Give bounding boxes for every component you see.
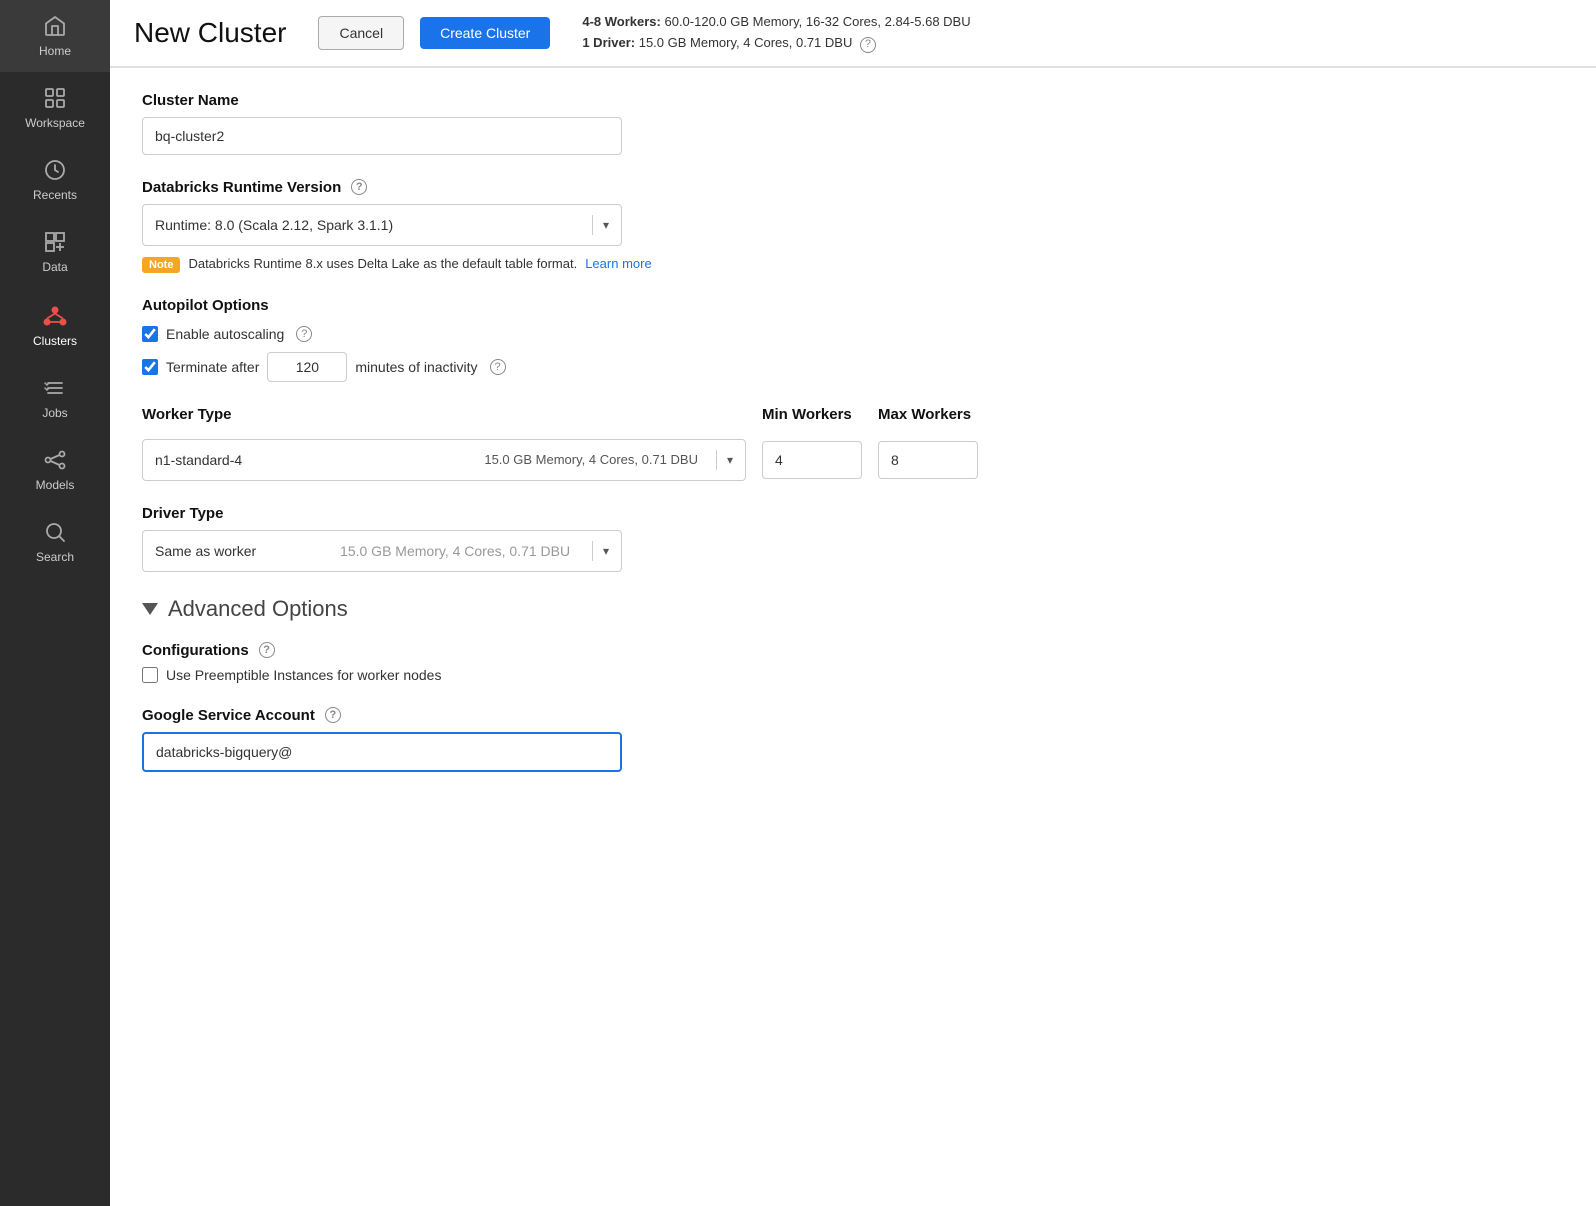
cancel-button[interactable]: Cancel xyxy=(318,16,404,50)
advanced-options-toggle[interactable]: Advanced Options xyxy=(142,596,978,622)
driver-type-info: 15.0 GB Memory, 4 Cores, 0.71 DBU xyxy=(340,543,570,559)
terminate-after-checkbox[interactable] xyxy=(142,359,158,375)
terminate-minutes-input[interactable] xyxy=(267,352,347,382)
advanced-options-label: Advanced Options xyxy=(168,596,348,622)
runtime-version-label: Databricks Runtime Version ? xyxy=(142,179,978,196)
enable-autoscaling-row: Enable autoscaling ? xyxy=(142,326,978,342)
preemptible-row: Use Preemptible Instances for worker nod… xyxy=(142,667,978,683)
sidebar-item-clusters[interactable]: Clusters xyxy=(0,288,110,362)
configurations-section: Configurations ? Use Preemptible Instanc… xyxy=(142,642,978,683)
driver-type-label: Driver Type xyxy=(142,505,978,522)
driver-chevron-icon: ▾ xyxy=(603,544,609,558)
header-info: 4-8 Workers: 60.0-120.0 GB Memory, 16-32… xyxy=(582,12,970,54)
page-title: New Cluster xyxy=(134,17,286,49)
google-account-section: Google Service Account ? xyxy=(142,707,978,772)
driver-type-select[interactable]: Same as worker 15.0 GB Memory, 4 Cores, … xyxy=(142,530,622,572)
configurations-label: Configurations ? xyxy=(142,642,978,659)
sidebar: Home Workspace Recents xyxy=(0,0,110,1206)
sidebar-item-label-models: Models xyxy=(36,478,75,492)
sidebar-item-label-workspace: Workspace xyxy=(25,116,85,130)
sidebar-item-label-recents: Recents xyxy=(33,188,77,202)
recents-icon xyxy=(43,158,67,182)
worker-type-label: Worker Type xyxy=(142,406,746,423)
google-account-help-icon[interactable]: ? xyxy=(325,707,341,723)
driver-help-icon[interactable]: ? xyxy=(860,37,876,53)
workers-info-label: 4-8 Workers: xyxy=(582,14,661,29)
driver-select-divider xyxy=(592,541,593,561)
min-workers-label: Min Workers xyxy=(762,406,862,423)
cluster-name-label: Cluster Name xyxy=(142,92,978,109)
sidebar-item-jobs[interactable]: Jobs xyxy=(0,362,110,434)
worker-select-divider xyxy=(716,450,717,470)
runtime-version-value: Runtime: 8.0 (Scala 2.12, Spark 3.1.1) xyxy=(155,217,582,233)
preemptible-checkbox[interactable] xyxy=(142,667,158,683)
autoscaling-help-icon[interactable]: ? xyxy=(296,326,312,342)
driver-info-label: 1 Driver: xyxy=(582,35,635,50)
driver-info-value: 15.0 GB Memory, 4 Cores, 0.71 DBU xyxy=(639,35,853,50)
preemptible-label: Use Preemptible Instances for worker nod… xyxy=(166,667,441,683)
data-icon xyxy=(43,230,67,254)
sidebar-item-home[interactable]: Home xyxy=(0,0,110,72)
create-cluster-button[interactable]: Create Cluster xyxy=(420,17,550,49)
max-workers-label: Max Workers xyxy=(878,406,978,423)
driver-type-section: Driver Type Same as worker 15.0 GB Memor… xyxy=(142,505,978,572)
min-workers-input[interactable] xyxy=(762,441,862,479)
driver-type-value: Same as worker 15.0 GB Memory, 4 Cores, … xyxy=(155,543,582,559)
note-badge: Note xyxy=(142,257,180,273)
sidebar-item-label-clusters: Clusters xyxy=(33,334,77,348)
worker-type-select[interactable]: n1-standard-4 15.0 GB Memory, 4 Cores, 0… xyxy=(142,439,746,481)
autopilot-section: Autopilot Options Enable autoscaling ? T… xyxy=(142,297,978,382)
sidebar-item-data[interactable]: Data xyxy=(0,216,110,288)
search-icon xyxy=(43,520,67,544)
workspace-icon xyxy=(43,86,67,110)
sidebar-item-label-home: Home xyxy=(39,44,71,58)
sidebar-item-label-jobs: Jobs xyxy=(42,406,67,420)
enable-autoscaling-checkbox[interactable] xyxy=(142,326,158,342)
sidebar-item-label-data: Data xyxy=(42,260,67,274)
sidebar-item-label-search: Search xyxy=(36,550,74,564)
learn-more-link[interactable]: Learn more xyxy=(585,256,651,271)
autopilot-heading: Autopilot Options xyxy=(142,297,978,314)
sidebar-item-search[interactable]: Search xyxy=(0,506,110,578)
chevron-down-icon: ▾ xyxy=(603,218,609,232)
models-icon xyxy=(43,448,67,472)
note-banner: Note Databricks Runtime 8.x uses Delta L… xyxy=(142,256,978,273)
sidebar-item-workspace[interactable]: Workspace xyxy=(0,72,110,144)
runtime-version-section: Databricks Runtime Version ? Runtime: 8.… xyxy=(142,179,978,273)
sidebar-item-models[interactable]: Models xyxy=(0,434,110,506)
terminate-help-icon[interactable]: ? xyxy=(490,359,506,375)
max-workers-input[interactable] xyxy=(878,441,978,479)
runtime-help-icon[interactable]: ? xyxy=(351,179,367,195)
main-content: New Cluster Cancel Create Cluster 4-8 Wo… xyxy=(110,0,1596,1206)
cluster-name-input[interactable] xyxy=(142,117,622,155)
sidebar-item-recents[interactable]: Recents xyxy=(0,144,110,216)
google-account-input[interactable] xyxy=(142,732,622,772)
select-divider xyxy=(592,215,593,235)
enable-autoscaling-label: Enable autoscaling xyxy=(166,326,284,342)
cluster-name-section: Cluster Name xyxy=(142,92,978,155)
jobs-icon xyxy=(43,376,67,400)
advanced-options-section: Advanced Options Configurations ? Use Pr… xyxy=(142,596,978,772)
configurations-help-icon[interactable]: ? xyxy=(259,642,275,658)
terminate-unit: minutes of inactivity xyxy=(355,359,477,375)
workers-info-value: 60.0-120.0 GB Memory, 16-32 Cores, 2.84-… xyxy=(664,14,970,29)
note-text: Databricks Runtime 8.x uses Delta Lake a… xyxy=(188,256,577,271)
clusters-icon xyxy=(42,302,68,328)
worker-type-section: Worker Type Min Workers Max Workers n1-s… xyxy=(142,406,978,481)
runtime-version-select[interactable]: Runtime: 8.0 (Scala 2.12, Spark 3.1.1) ▾ xyxy=(142,204,622,246)
terminate-label: Terminate after xyxy=(166,359,259,375)
home-icon xyxy=(43,14,67,38)
terminate-after-row: Terminate after minutes of inactivity ? xyxy=(142,352,978,382)
worker-type-value: n1-standard-4 xyxy=(155,452,295,468)
worker-chevron-icon: ▾ xyxy=(727,453,733,467)
google-account-label: Google Service Account ? xyxy=(142,707,978,724)
worker-type-info: 15.0 GB Memory, 4 Cores, 0.71 DBU xyxy=(295,452,698,467)
advanced-triangle-icon xyxy=(142,603,158,615)
top-header: New Cluster Cancel Create Cluster 4-8 Wo… xyxy=(110,0,1596,67)
form-area: Cluster Name Databricks Runtime Version … xyxy=(110,68,1010,820)
